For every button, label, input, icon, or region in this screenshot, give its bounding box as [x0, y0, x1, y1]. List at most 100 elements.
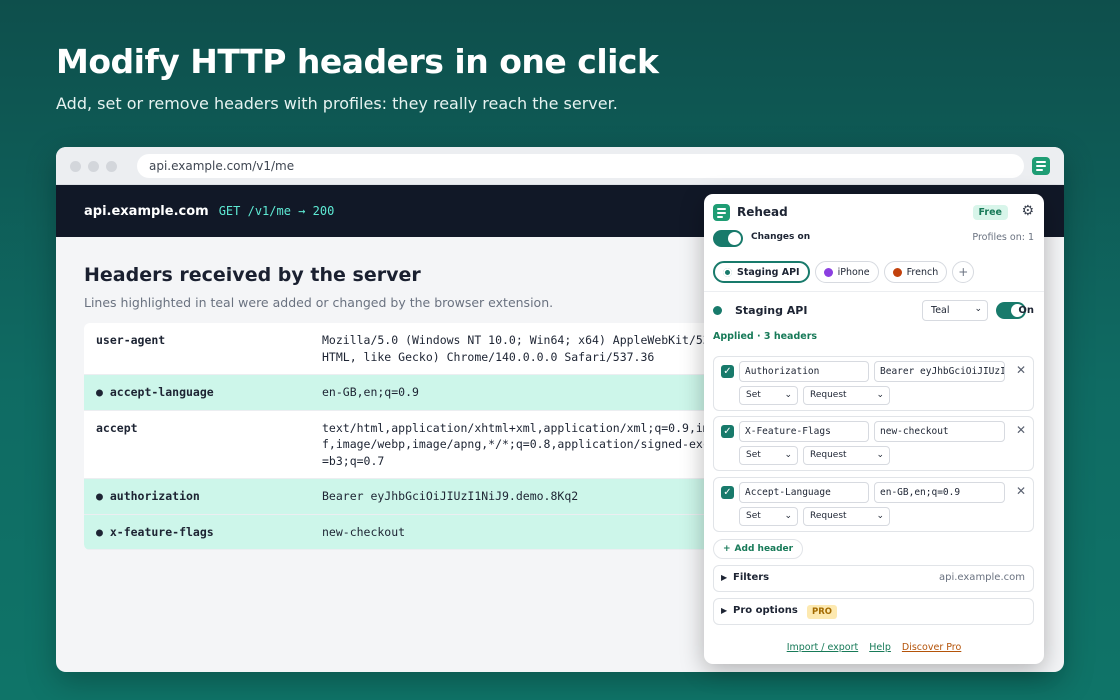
color-select-value: Teal: [931, 305, 950, 316]
target-value: Request: [810, 511, 847, 521]
request-line: GET /v1/me → 200: [218, 204, 335, 218]
tab-iphone[interactable]: iPhone: [814, 261, 879, 283]
table-row: ● authorization Bearer eyJhbGciOiJIUzI1N…: [84, 479, 724, 515]
header-name: ● x-feature-flags: [96, 524, 214, 539]
target-value: Request: [810, 450, 847, 460]
profile-color-dot: [823, 267, 833, 277]
chevron-down-icon: ⌄: [974, 304, 982, 314]
table-row: ● accept-language en-GB,en;q=0.9: [84, 375, 724, 411]
add-header-label: Add header: [734, 544, 794, 554]
rehead-logo-icon: [713, 204, 730, 221]
header-name-input[interactable]: Accept-Language: [739, 482, 869, 503]
header-name: accept: [96, 420, 138, 435]
discover-pro-link[interactable]: Discover Pro: [902, 642, 961, 653]
window-close-dot[interactable]: [70, 161, 81, 172]
filters-value: api.example.com: [938, 572, 1025, 583]
chevron-down-icon: ⌄: [784, 450, 792, 460]
header-rule-card: ✓ Authorization Bearer eyJhbGciOiJIUzI ✕…: [713, 356, 1034, 411]
target-select[interactable]: Request ⌄: [803, 507, 890, 526]
target-select[interactable]: Request ⌄: [803, 386, 890, 405]
filters-section[interactable]: ▶ Filters api.example.com: [713, 565, 1034, 592]
header-value: Mozilla/5.0 (Windows NT 10.0; Win64; x64…: [322, 333, 724, 364]
header-rule-card: ✓ Accept-Language en-GB,en;q=0.9 ✕ Set ⌄ …: [713, 477, 1034, 532]
extension-popup: Rehead Free ⚙ Changes on Profiles on: 1 …: [704, 194, 1044, 664]
profile-on-label: On: [1018, 305, 1034, 316]
popup-header: Rehead Free ⚙: [713, 203, 1034, 224]
tab-french[interactable]: French: [883, 261, 948, 283]
window-minimize-dot[interactable]: [88, 161, 99, 172]
pro-badge: PRO: [807, 605, 838, 619]
header-enabled-checkbox[interactable]: ✓: [721, 486, 734, 499]
target-select[interactable]: Request ⌄: [803, 446, 890, 465]
header-value-input[interactable]: Bearer eyJhbGciOiJIUzI: [874, 361, 1005, 382]
profiles-on-count: Profiles on: 1: [972, 232, 1034, 243]
header-value: new-checkout: [322, 524, 406, 539]
changes-label: Changes on: [751, 232, 811, 242]
header-name: user-agent: [96, 333, 166, 347]
tab-staging-api[interactable]: Staging API: [713, 261, 810, 283]
operation-select[interactable]: Set ⌄: [739, 386, 798, 405]
chevron-down-icon: ⌄: [876, 511, 884, 521]
plus-icon: +: [723, 544, 731, 554]
tab-label: French: [906, 266, 939, 278]
profile-tabs: Staging API iPhone French +: [713, 261, 1034, 283]
help-link[interactable]: Help: [869, 642, 891, 653]
add-header-button[interactable]: + Add header: [713, 539, 804, 559]
header-name: ● authorization: [96, 489, 200, 503]
table-row: accept text/html,application/xhtml+xml,a…: [84, 411, 724, 479]
expand-triangle-icon: ▶: [721, 573, 728, 582]
profile-name[interactable]: Staging API: [735, 304, 807, 317]
hero-subtitle: Add, set or remove headers with profiles…: [56, 94, 618, 113]
pro-options-section[interactable]: ▶ Pro options PRO: [713, 598, 1034, 625]
add-profile-button[interactable]: +: [952, 261, 975, 283]
profile-color-dot: [713, 306, 722, 315]
applied-status: Applied · 3 headers: [713, 331, 818, 342]
close-icon[interactable]: ✕: [1016, 363, 1026, 377]
headers-table: user-agent Mozilla/5.0 (Windows NT 10.0;…: [84, 323, 724, 550]
site-host: api.example.com: [84, 203, 209, 219]
divider: [704, 291, 1044, 292]
header-name-input[interactable]: Authorization: [739, 361, 869, 382]
profile-row: Staging API Teal ⌄ On: [713, 300, 1034, 322]
plan-badge: Free: [972, 205, 1008, 220]
header-enabled-checkbox[interactable]: ✓: [721, 425, 734, 438]
rehead-logo-icon[interactable]: [1032, 157, 1050, 175]
table-row: ● x-feature-flags new-checkout: [84, 514, 724, 550]
chevron-down-icon: ⌄: [784, 390, 792, 400]
header-name: ● accept-language: [96, 385, 214, 399]
popup-title: Rehead: [737, 205, 788, 219]
browser-toolbar: api.example.com/v1/me: [56, 147, 1064, 185]
header-value: text/html,application/xhtml+xml,applicat…: [322, 420, 724, 468]
pro-options-label: Pro options: [733, 605, 798, 616]
header-enabled-checkbox[interactable]: ✓: [721, 365, 734, 378]
chevron-down-icon: ⌄: [784, 511, 792, 521]
header-name-input[interactable]: X-Feature-Flags: [739, 421, 869, 442]
target-value: Request: [810, 390, 847, 400]
header-value-input[interactable]: en-GB,en;q=0.9: [874, 482, 1005, 503]
profile-color-dot: [892, 267, 902, 277]
filters-label: Filters: [733, 572, 770, 583]
hero-title: Modify HTTP headers in one click: [56, 42, 659, 81]
header-value: Bearer eyJhbGciOiJIUzI1NiJ9.demo.8Kq2: [322, 489, 579, 503]
close-icon[interactable]: ✕: [1016, 423, 1026, 437]
address-bar[interactable]: api.example.com/v1/me: [137, 154, 1024, 178]
operation-value: Set: [746, 390, 761, 400]
header-value-input[interactable]: new-checkout: [874, 421, 1005, 442]
operation-select[interactable]: Set ⌄: [739, 446, 798, 465]
close-icon[interactable]: ✕: [1016, 484, 1026, 498]
changes-toggle[interactable]: [713, 230, 743, 247]
header-rule-card: ✓ X-Feature-Flags new-checkout ✕ Set ⌄ Re…: [713, 416, 1034, 471]
changes-row: Changes on Profiles on: 1: [713, 230, 1034, 248]
window-maximize-dot[interactable]: [106, 161, 117, 172]
gear-icon[interactable]: ⚙: [1021, 203, 1034, 219]
tab-label: Staging API: [737, 266, 800, 278]
expand-triangle-icon: ▶: [721, 606, 728, 615]
table-row: user-agent Mozilla/5.0 (Windows NT 10.0;…: [84, 323, 724, 375]
profile-color-select[interactable]: Teal ⌄: [922, 300, 988, 321]
chevron-down-icon: ⌄: [876, 450, 884, 460]
tab-label: iPhone: [837, 266, 870, 278]
import-export-link[interactable]: Import / export: [787, 642, 859, 653]
operation-select[interactable]: Set ⌄: [739, 507, 798, 526]
header-value: en-GB,en;q=0.9: [322, 385, 419, 399]
operation-value: Set: [746, 450, 761, 460]
